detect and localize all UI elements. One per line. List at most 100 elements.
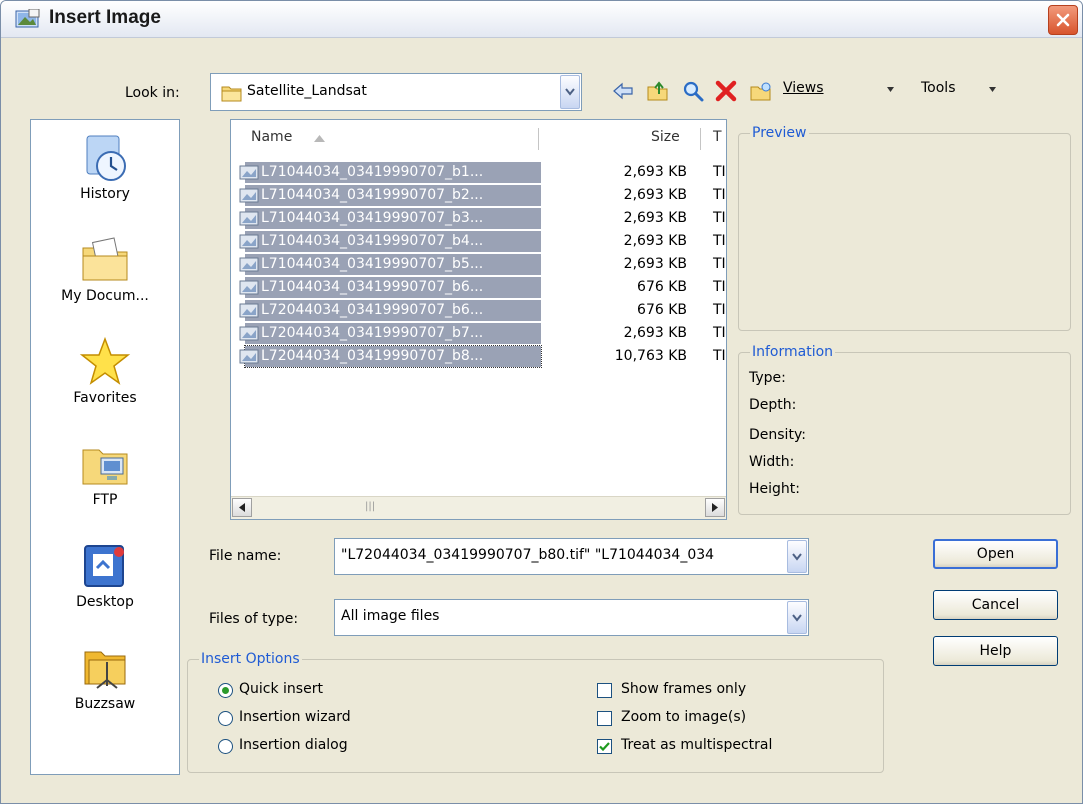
zoom-to-images-checkbox[interactable] [597, 711, 612, 726]
column-header-name[interactable]: Name [251, 129, 292, 145]
tools-menu[interactable]: Tools [921, 80, 956, 96]
file-name-input[interactable]: "L72044034_03419990707_b80.tif" "L710440… [334, 538, 809, 575]
insertion-dialog-radio[interactable] [218, 739, 233, 754]
up-folder-icon [647, 81, 668, 101]
search-web-button[interactable] [681, 79, 705, 103]
views-dropdown-arrow-icon[interactable] [887, 87, 894, 92]
information-title: Information [750, 344, 836, 360]
search-icon [683, 81, 704, 102]
tif-image-file-icon [239, 257, 259, 272]
look-in-value: Satellite_Landsat [247, 83, 367, 99]
file-name: L71044034_03419990707_b1... [261, 164, 484, 180]
look-in-dropdown-button[interactable] [560, 75, 580, 109]
new-folder-button[interactable] [749, 79, 773, 103]
folder-icon [221, 86, 242, 102]
place-label: My Docum... [61, 288, 149, 304]
place-label: Buzzsaw [74, 696, 136, 712]
tools-dropdown-arrow-icon[interactable] [989, 87, 996, 92]
treat-as-multispectral-checkbox[interactable] [597, 739, 612, 754]
tif-image-file-icon [239, 326, 259, 341]
place-desktop[interactable]: Desktop [31, 540, 179, 610]
file-name: L71044034_03419990707_b3... [261, 210, 484, 226]
preview-title: Preview [750, 125, 809, 141]
column-separator[interactable] [700, 128, 701, 150]
insertion-wizard-radio[interactable] [218, 711, 233, 726]
help-button[interactable]: Help [933, 636, 1058, 666]
horizontal-scrollbar[interactable]: ||| [231, 496, 726, 519]
up-folder-button[interactable] [646, 79, 670, 103]
file-list-header: Name Size T [231, 120, 726, 158]
my-documents-icon [82, 237, 128, 281]
place-buzzsaw[interactable]: Buzzsaw [31, 642, 179, 712]
file-type: TI [713, 325, 726, 341]
files-of-type-dropdown[interactable]: All image files [334, 599, 809, 636]
look-in-dropdown[interactable]: Satellite_Landsat [210, 73, 582, 111]
buzzsaw-icon [84, 651, 126, 689]
info-density-label: Density: [749, 427, 806, 443]
insertion-dialog-label[interactable]: Insertion dialog [239, 737, 348, 753]
close-icon [1056, 13, 1070, 27]
chevron-down-icon [792, 613, 802, 622]
column-header-type[interactable]: T [713, 129, 722, 145]
place-history[interactable]: History [31, 132, 179, 202]
file-size: 10,763 KB [614, 348, 687, 364]
file-list[interactable]: Name Size T L71044034_03419990707_b1... … [230, 119, 727, 520]
open-button[interactable]: Open [933, 539, 1058, 569]
insert-image-dialog: Insert Image Look in: Satellite_Landsat [0, 0, 1083, 804]
delete-x-icon [715, 80, 737, 102]
tif-image-file-icon [239, 303, 259, 318]
insert-options-title: Insert Options [199, 651, 302, 667]
places-bar: History My Docum... Favorites FTP Deskto… [30, 119, 180, 775]
file-size: 2,693 KB [623, 325, 687, 341]
tif-image-file-icon [239, 211, 259, 226]
file-name-dropdown-button[interactable] [787, 540, 807, 573]
file-size: 2,693 KB [623, 233, 687, 249]
file-size: 2,693 KB [623, 164, 687, 180]
place-label: History [80, 186, 130, 202]
file-size: 2,693 KB [623, 187, 687, 203]
favorites-star-icon [79, 336, 131, 385]
file-type: TI [713, 279, 726, 295]
file-name: L71044034_03419990707_b2... [261, 187, 484, 203]
quick-insert-radio[interactable] [218, 683, 233, 698]
files-of-type-dropdown-button[interactable] [787, 601, 807, 634]
ftp-icon [82, 449, 128, 485]
close-button[interactable] [1048, 5, 1078, 35]
place-favorites[interactable]: Favorites [31, 336, 179, 406]
insert-image-app-icon [15, 9, 40, 28]
title-bar[interactable]: Insert Image [1, 1, 1082, 38]
place-my-documents[interactable]: My Docum... [31, 234, 179, 304]
file-name: L71044034_03419990707_b6... [261, 279, 484, 295]
cancel-button[interactable]: Cancel [933, 590, 1058, 620]
scrollbar-grip[interactable]: ||| [365, 501, 375, 512]
arrow-left-icon [239, 503, 245, 512]
history-icon [86, 135, 126, 181]
place-label: FTP [92, 492, 118, 508]
insertion-wizard-label[interactable]: Insertion wizard [239, 709, 351, 725]
info-width-label: Width: [749, 454, 795, 470]
scroll-right-button[interactable] [705, 498, 725, 517]
file-type: TI [713, 348, 726, 364]
place-ftp[interactable]: FTP [31, 438, 179, 508]
treat-as-multispectral-label[interactable]: Treat as multispectral [621, 737, 772, 753]
files-of-type-label: Files of type: [209, 611, 299, 627]
file-size: 2,693 KB [623, 210, 687, 226]
tif-image-file-icon [239, 165, 259, 180]
file-size: 676 KB [637, 279, 687, 295]
column-header-size[interactable]: Size [651, 129, 680, 145]
chevron-down-icon [792, 552, 802, 561]
info-height-label: Height: [749, 481, 800, 497]
zoom-to-images-label[interactable]: Zoom to image(s) [621, 709, 746, 725]
quick-insert-label[interactable]: Quick insert [239, 681, 323, 697]
column-separator[interactable] [538, 128, 539, 150]
file-type: TI [713, 210, 726, 226]
delete-button[interactable] [714, 79, 738, 103]
look-in-label: Look in: [125, 85, 180, 101]
views-menu[interactable]: Views [783, 80, 824, 96]
scroll-left-button[interactable] [232, 498, 252, 517]
show-frames-only-checkbox[interactable] [597, 683, 612, 698]
show-frames-only-label[interactable]: Show frames only [621, 681, 746, 697]
tif-image-file-icon [239, 188, 259, 203]
back-button[interactable] [611, 79, 635, 103]
file-name-label: File name: [209, 548, 282, 564]
